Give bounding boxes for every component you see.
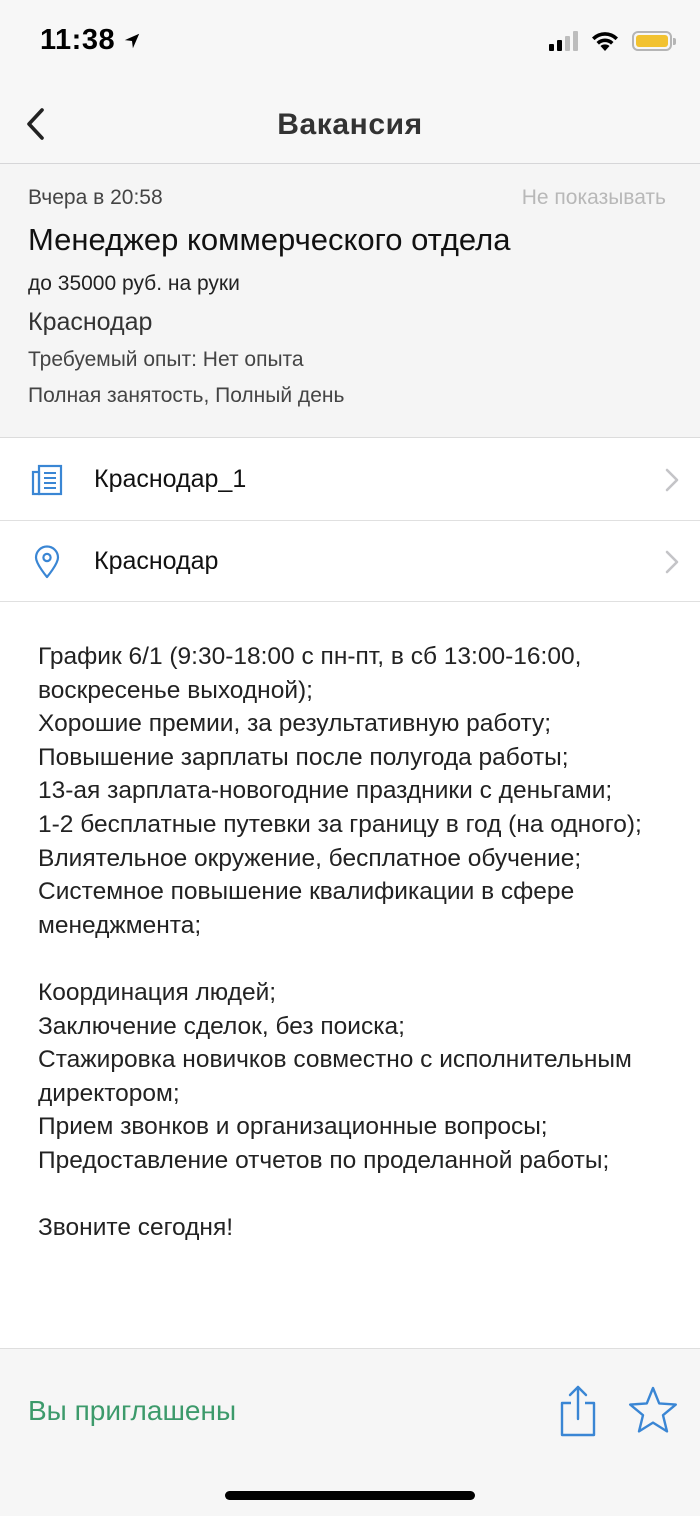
description-line: Звоните сегодня! (38, 1214, 234, 1242)
wifi-icon (592, 32, 618, 51)
chevron-right-icon (665, 550, 679, 574)
description-line: Влиятельное окружение, бесплатное обучен… (38, 844, 582, 872)
home-indicator[interactable] (225, 1491, 475, 1500)
battery-icon (632, 31, 676, 51)
page-title: Вакансия (277, 108, 423, 141)
share-icon (560, 1385, 596, 1437)
posted-date: Вчера в 20:58 (28, 186, 163, 209)
vacancy-experience: Требуемый опыт: Нет опыта (28, 348, 304, 371)
invitation-status: Вы приглашены (28, 1395, 237, 1426)
location-pin-icon (34, 545, 60, 579)
status-indicators (549, 30, 676, 52)
description-line: 13-ая зарплата-новогодние праздники с де… (38, 777, 613, 805)
description-line: Хорошие премии, за результативную работу… (38, 710, 552, 738)
vacancy-employment: Полная занятость, Полный день (28, 384, 345, 407)
chevron-right-icon (665, 468, 679, 492)
description-line: Координация людей; (38, 978, 277, 1006)
description-line: Повышение зарплаты после полугода работы… (38, 743, 569, 771)
cellular-signal-icon (549, 31, 578, 51)
status-bar: 11:38 (0, 0, 700, 86)
location-arrow-icon (124, 33, 140, 48)
vacancy-city: Краснодар (28, 308, 153, 336)
vacancy-title: Менеджер коммерческого отдела (28, 222, 511, 257)
status-time: 11:38 (40, 24, 141, 57)
company-name: Краснодар_1 (94, 465, 247, 493)
description-line: Прием звонков и организационные вопросы; (38, 1113, 548, 1141)
description-line: График 6/1 (9:30-18:00 с пн-пт, в сб 13:… (38, 643, 582, 704)
vacancy-description: График 6/1 (9:30-18:00 с пн-пт, в сб 13:… (38, 640, 678, 1245)
description-line: Системное повышение квалификации в сфере… (38, 878, 575, 939)
bottom-action-bar: Вы приглашены (0, 1348, 700, 1516)
location-row[interactable]: Краснодар (0, 521, 700, 603)
company-building-icon (31, 464, 63, 496)
row-divider (0, 601, 700, 602)
share-button[interactable] (556, 1383, 600, 1439)
star-icon (629, 1386, 677, 1433)
description-blank-line (38, 942, 678, 976)
vacancy-salary: до 35000 руб. на руки (28, 272, 240, 295)
description-blank-line (38, 1178, 678, 1212)
battery-level (636, 35, 668, 47)
vacancy-header: Вчера в 20:58 Не показывать Менеджер ком… (0, 164, 700, 438)
status-time-text: 11:38 (40, 24, 116, 56)
hide-vacancy-button[interactable]: Не показывать (522, 186, 666, 210)
description-line: 1-2 бесплатные путевки за границу в год … (38, 810, 642, 838)
description-line: Стажировка новичков совместно с исполнит… (38, 1046, 632, 1107)
navigation-bar: Вакансия (0, 86, 700, 164)
description-line: Заключение сделок, без поиска; (38, 1012, 405, 1040)
favorite-button[interactable] (628, 1385, 678, 1435)
location-name: Краснодар (94, 547, 219, 575)
company-row[interactable]: Краснодар_1 (0, 439, 700, 521)
description-line: Предоставление отчетов по проделанной ра… (38, 1146, 610, 1174)
